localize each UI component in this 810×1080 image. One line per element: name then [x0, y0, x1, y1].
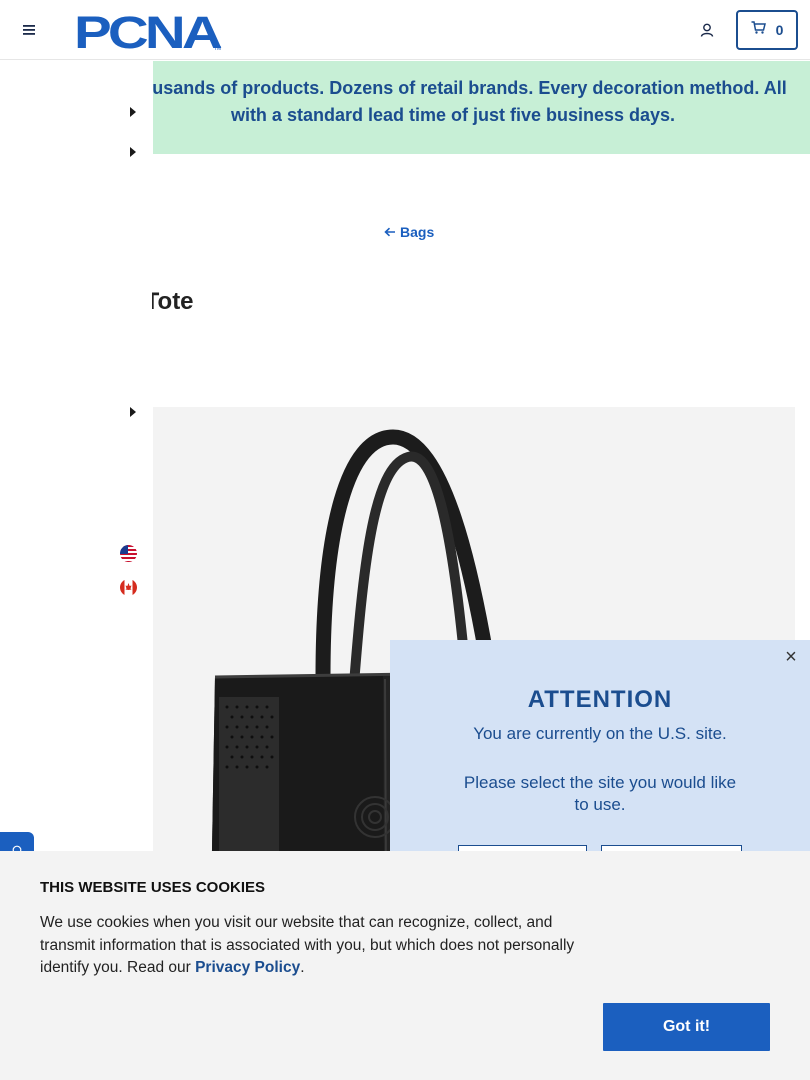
cart-button[interactable]: 0 — [736, 10, 798, 50]
accept-cookies-button[interactable]: Got it! — [603, 1003, 770, 1051]
cookie-title: THIS WEBSITE USES COOKIES — [40, 879, 266, 896]
arrow-left-icon — [384, 224, 396, 240]
logo-tm: TM — [214, 46, 221, 52]
caret-right-icon[interactable] — [129, 406, 137, 418]
canada-flag-icon[interactable] — [120, 579, 137, 596]
cookie-banner: THIS WEBSITE USES COOKIES We use cookies… — [0, 851, 810, 1080]
site-selector-popup: × ATTENTION You are currently on the U.S… — [390, 640, 810, 885]
popup-title: ATTENTION — [527, 686, 673, 713]
logo-text: PCNA — [74, 8, 222, 52]
cookie-text: We use cookies when you visit our websit… — [40, 912, 605, 980]
popup-prompt: Please select the site you would like to… — [463, 773, 737, 814]
caret-right-icon[interactable] — [129, 146, 137, 158]
pcna-logo[interactable]: PCNA TM — [74, 7, 225, 58]
cookie-text-body: We use cookies when you visit our websit… — [40, 914, 575, 976]
hamburger-icon[interactable] — [18, 19, 40, 41]
product-title: Cut Tote — [152, 288, 752, 322]
us-flag-icon[interactable] — [120, 545, 137, 562]
close-icon[interactable]: × — [782, 647, 800, 667]
user-icon[interactable] — [696, 19, 718, 41]
product-title-text: Cut Tote — [152, 288, 194, 315]
promo-banner-text: Thousands of products. Dozens of retail … — [153, 78, 787, 125]
popup-message: You are currently on the U.S. site. — [473, 724, 727, 743]
cart-count: 0 — [775, 22, 784, 38]
caret-right-icon[interactable] — [129, 106, 137, 118]
back-to-bags-link[interactable]: Bags — [384, 222, 434, 242]
cookie-text-end: . — [300, 959, 305, 976]
back-link-label: Bags — [400, 224, 435, 240]
privacy-policy-link[interactable]: Privacy Policy — [195, 959, 300, 976]
promo-banner: Thousands of products. Dozens of retail … — [153, 61, 810, 154]
site-header: PCNA TM 0 — [0, 0, 810, 60]
cart-icon — [751, 21, 766, 39]
